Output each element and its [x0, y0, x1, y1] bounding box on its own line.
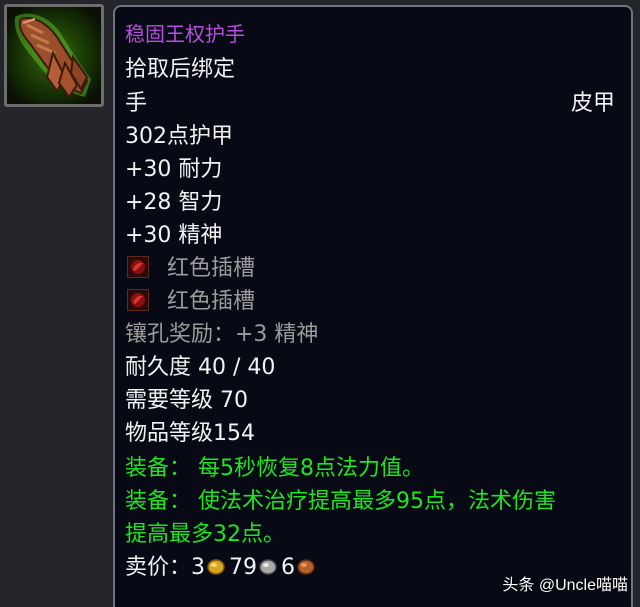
watermark: 头条 @Uncle喵喵 [502, 577, 628, 594]
equip-effect-healing-cont: 提高最多32点。 [125, 522, 285, 547]
slot-text: 手 [125, 91, 148, 116]
durability-text: 耐久度 40 / 40 [125, 355, 276, 380]
socket-label: 红色插槽 [167, 256, 256, 281]
binding-text: 拾取后绑定 [125, 57, 236, 82]
armor-value: 302点护甲 [125, 124, 233, 149]
required-level-text: 需要等级 70 [125, 388, 248, 413]
gold-coin-icon [207, 559, 225, 575]
socket-row: 红色插槽 [125, 256, 255, 282]
socket-row: 红色插槽 [125, 289, 255, 315]
stat-spirit: +30 精神 [125, 223, 223, 248]
silver-coin-icon [259, 559, 277, 575]
red-socket-icon [127, 256, 149, 278]
socket-bonus: 镶孔奖励：+3 精神 [125, 322, 319, 347]
stat-intellect: +28 智力 [125, 190, 223, 215]
gold-amount: 3 [191, 555, 206, 580]
slot-row: 手 皮甲 [125, 91, 625, 117]
red-socket-icon [127, 289, 149, 311]
copper-amount: 6 [281, 555, 296, 580]
item-icon-frame[interactable] [4, 4, 104, 107]
equip-effect-mana: 装备： 每5秒恢复8点法力值。 [125, 456, 424, 481]
item-level-text: 物品等级154 [125, 421, 255, 446]
socket-label: 红色插槽 [167, 289, 256, 314]
sell-price-row: 卖价：3 79 6 [125, 555, 319, 581]
item-name: 稳固王权护手 [125, 22, 245, 46]
equip-effect-healing: 装备： 使法术治疗提高最多95点，法术伤害 [125, 489, 556, 514]
stat-stamina: +30 耐力 [125, 157, 223, 182]
silver-amount: 79 [229, 555, 258, 580]
leather-gauntlets-icon [7, 7, 101, 104]
armor-type-text: 皮甲 [570, 91, 615, 116]
item-tooltip: 稳固王权护手 拾取后绑定 手 皮甲 302点护甲 +30 耐力 +28 智力 +… [113, 5, 633, 607]
copper-coin-icon [297, 559, 315, 575]
sell-price-label: 卖价： [125, 555, 192, 580]
